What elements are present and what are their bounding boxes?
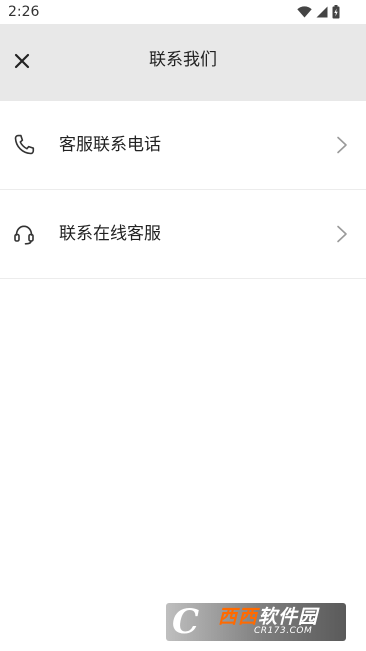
app-bar: 联系我们 (0, 24, 366, 101)
phone-icon (12, 133, 36, 157)
watermark-url: CR173.COM (254, 626, 313, 636)
contact-online-service-label: 联系在线客服 (59, 224, 161, 244)
battery-charging-icon (332, 5, 340, 19)
status-icons (297, 4, 340, 20)
cell-signal-icon (316, 6, 328, 18)
wifi-icon (297, 6, 312, 18)
contact-online-service-item[interactable]: 联系在线客服 (0, 190, 366, 279)
watermark-logo: C 西西软件园 CR173.COM (166, 603, 346, 641)
page-title: 联系我们 (149, 50, 217, 70)
status-bar: 2:26 (0, 0, 366, 24)
status-time: 2:26 (8, 4, 40, 20)
contact-phone-label: 客服联系电话 (59, 135, 161, 155)
watermark-brand-suffix: 软件园 (258, 606, 319, 628)
chevron-right-icon (336, 136, 348, 154)
contact-list: 客服联系电话 联系在线客服 (0, 101, 366, 279)
watermark-brand-main: 西西 (218, 606, 259, 628)
headset-icon (12, 222, 36, 246)
watermark-mark: C (172, 603, 200, 641)
watermark-brand: 西西软件园 (218, 606, 318, 628)
contact-phone-item[interactable]: 客服联系电话 (0, 101, 366, 190)
chevron-right-icon (336, 225, 348, 243)
